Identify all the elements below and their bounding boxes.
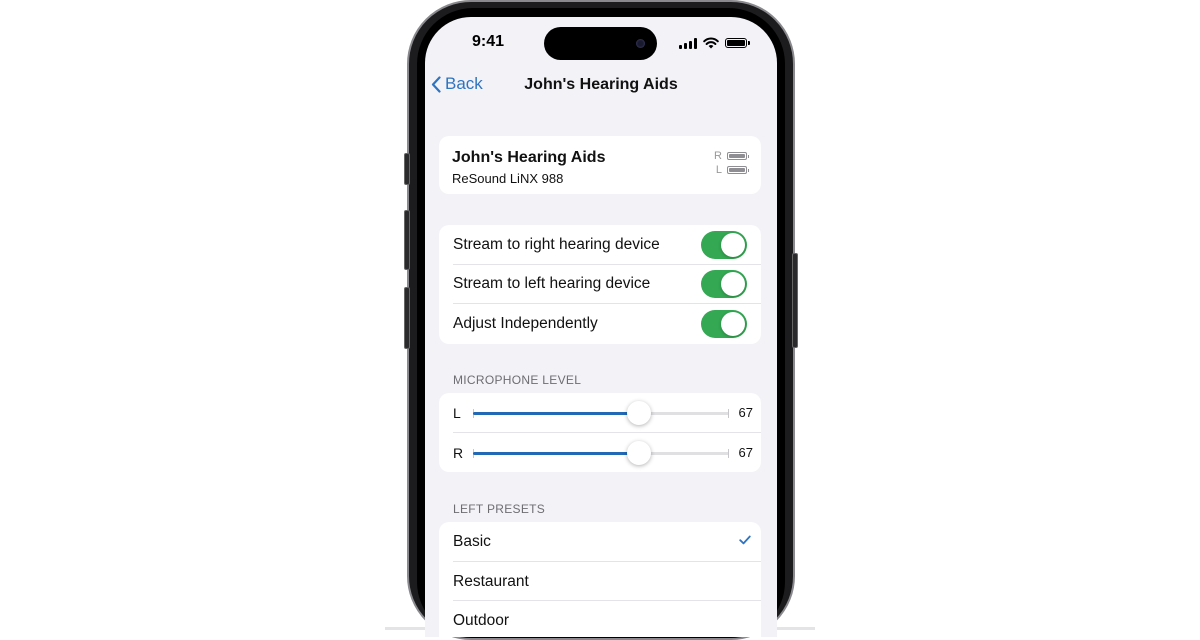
preset-label: Restaurant bbox=[453, 572, 529, 590]
slider-value: 67 bbox=[738, 405, 753, 420]
wifi-icon bbox=[703, 37, 719, 49]
preset-label: Basic bbox=[453, 533, 491, 550]
microphone-level-header: MICROPHONE LEVEL bbox=[453, 373, 582, 387]
slider-fill bbox=[473, 451, 640, 455]
device-model: ReSound LiNX 988 bbox=[452, 171, 564, 186]
cellular-signal-icon bbox=[679, 37, 697, 49]
checkmark-icon bbox=[739, 535, 751, 545]
toggle-row-adjust-independently: Adjust Independently bbox=[439, 304, 761, 344]
camera-icon bbox=[636, 39, 645, 48]
battery-icon bbox=[725, 38, 750, 48]
microphone-level-group: L 67 R 67 bbox=[439, 393, 761, 472]
stream-right-toggle[interactable] bbox=[701, 230, 747, 259]
slider-row-left: L 67 bbox=[439, 393, 761, 433]
left-battery-indicator: L bbox=[714, 164, 749, 176]
left-mic-slider[interactable] bbox=[473, 401, 729, 425]
status-time: 9:41 bbox=[471, 33, 505, 50]
slider-fill bbox=[473, 412, 640, 415]
action-button bbox=[404, 153, 410, 185]
battery-icon bbox=[727, 166, 749, 174]
right-mic-slider[interactable] bbox=[473, 440, 729, 465]
adjust-independently-toggle[interactable] bbox=[701, 309, 747, 338]
device-card[interactable]: John's Hearing Aids ReSound LiNX 988 R L bbox=[439, 136, 761, 194]
preset-restaurant[interactable]: Restaurant bbox=[439, 562, 761, 601]
slider-side-label: R bbox=[453, 444, 464, 461]
right-battery-indicator: R bbox=[714, 150, 749, 162]
page-title: John's Hearing Aids bbox=[524, 76, 678, 93]
slider-max-tick bbox=[728, 448, 729, 458]
toggle-label: Adjust Independently bbox=[453, 314, 598, 332]
volume-up-button bbox=[404, 210, 410, 270]
navigation-bar: Back John's Hearing Aids bbox=[425, 71, 777, 101]
slider-max-tick bbox=[728, 409, 729, 418]
toggle-row-stream-right: Stream to right hearing device bbox=[439, 225, 761, 265]
slider-thumb[interactable] bbox=[627, 440, 652, 465]
slider-value: 67 bbox=[738, 444, 753, 460]
preset-outdoor[interactable]: Outdoor bbox=[439, 601, 761, 637]
toggle-row-stream-left: Stream to left hearing device bbox=[439, 265, 761, 304]
dynamic-island bbox=[544, 27, 657, 60]
battery-side-label: R bbox=[714, 150, 722, 162]
preset-label: Outdoor bbox=[453, 612, 510, 629]
volume-down-button bbox=[404, 287, 410, 349]
left-presets-list: Basic Restaurant Outdoor bbox=[439, 522, 761, 637]
phone-screen: 9:41 Back John's Hearing Aids John's Hea… bbox=[425, 17, 777, 637]
preset-basic[interactable]: Basic bbox=[439, 522, 761, 562]
status-icons bbox=[679, 37, 750, 49]
device-name: John's Hearing Aids bbox=[452, 149, 606, 166]
toggle-label: Stream to right hearing device bbox=[453, 235, 660, 253]
battery-icon bbox=[727, 152, 749, 160]
stream-left-toggle[interactable] bbox=[701, 270, 747, 299]
toggle-label: Stream to left hearing device bbox=[453, 275, 651, 293]
slider-row-right: R 67 bbox=[439, 433, 761, 473]
streaming-settings-group: Stream to right hearing device Stream to… bbox=[439, 225, 761, 344]
left-presets-header: LEFT PRESETS bbox=[453, 502, 546, 516]
power-button bbox=[792, 253, 798, 348]
battery-side-label: L bbox=[715, 164, 722, 176]
slider-side-label: L bbox=[453, 405, 461, 421]
slider-thumb[interactable] bbox=[627, 401, 652, 425]
